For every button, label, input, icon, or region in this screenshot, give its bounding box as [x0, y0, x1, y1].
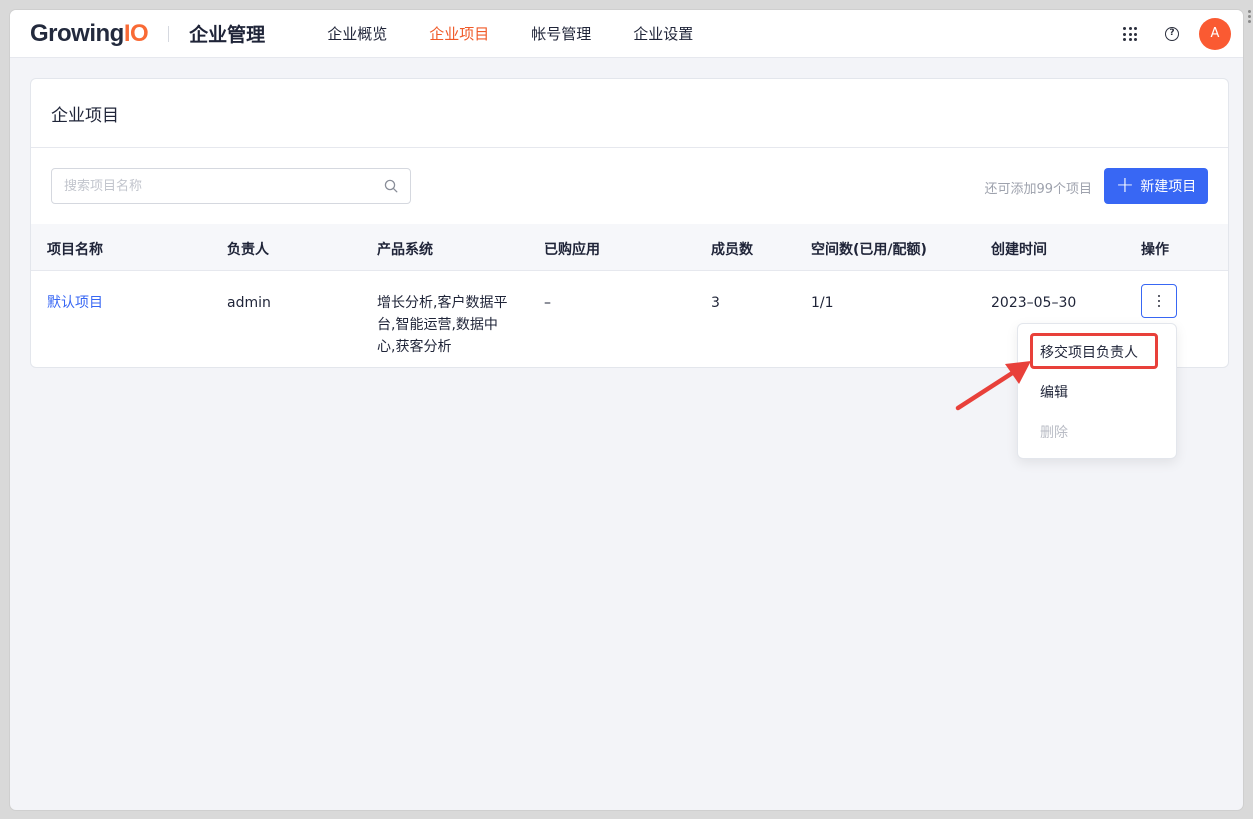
- nav-item-accounts[interactable]: 帐号管理: [531, 23, 591, 44]
- annotation-arrow-icon: [955, 361, 1031, 411]
- menu-item-delete[interactable]: 删除: [1040, 422, 1068, 442]
- user-avatar[interactable]: A: [1199, 18, 1231, 50]
- col-apps: 已购应用: [544, 242, 600, 258]
- members-cell: 3: [711, 295, 720, 311]
- page-title: 企业项目: [31, 79, 1228, 148]
- app-name: 企业管理: [189, 24, 266, 46]
- main-nav: 企业概览 企业项目 帐号管理 企业设置: [327, 23, 735, 44]
- logo-text: Growing: [30, 19, 124, 47]
- nav-item-projects[interactable]: 企业项目: [429, 23, 489, 44]
- top-navbar: Growing IO 企业管理 企业概览 企业项目 帐号管理 企业设置 ? A: [10, 10, 1243, 58]
- header-divider: [168, 25, 170, 42]
- apps-grid-icon[interactable]: [1123, 27, 1137, 41]
- col-members: 成员数: [711, 242, 753, 258]
- project-quota-text: 还可添加99个项目: [984, 182, 1092, 197]
- col-products: 产品系统: [377, 242, 433, 258]
- menu-item-edit[interactable]: 编辑: [1040, 382, 1068, 402]
- new-project-button[interactable]: + 新建项目: [1104, 168, 1208, 204]
- row-more-button[interactable]: [1141, 284, 1177, 318]
- growingio-logo[interactable]: Growing IO: [30, 19, 149, 48]
- spaces-cell: 1/1: [811, 295, 834, 311]
- search-box[interactable]: [51, 168, 411, 204]
- search-icon[interactable]: [384, 179, 398, 193]
- new-project-label: 新建项目: [1140, 179, 1197, 195]
- project-name-link[interactable]: 默认项目: [47, 292, 103, 314]
- header-actions: ? A: [1123, 18, 1231, 50]
- col-spaces: 空间数(已用/配额): [811, 242, 927, 258]
- plus-icon: +: [1115, 173, 1135, 198]
- col-project-name: 项目名称: [47, 242, 103, 258]
- app-window: Growing IO 企业管理 企业概览 企业项目 帐号管理 企业设置 ? A 企…: [10, 10, 1243, 810]
- nav-item-settings[interactable]: 企业设置: [633, 23, 693, 44]
- created-cell: 2023–05–30: [991, 295, 1077, 311]
- apps-cell: –: [544, 295, 551, 311]
- nav-item-overview[interactable]: 企业概览: [327, 23, 387, 44]
- logo-io-text: IO: [123, 19, 149, 47]
- row-actions-menu: 移交项目负责人 编辑 删除: [1017, 323, 1177, 459]
- more-vertical-icon: [1157, 294, 1161, 308]
- help-icon[interactable]: ?: [1165, 27, 1179, 41]
- search-input[interactable]: [52, 169, 352, 203]
- col-created: 创建时间: [991, 242, 1047, 258]
- col-actions: 操作: [1141, 242, 1169, 258]
- table-header: 项目名称 负责人 产品系统 已购应用 成员数 空间数(已用/配额) 创建时间 操…: [31, 224, 1228, 271]
- owner-cell: admin: [227, 295, 271, 311]
- col-owner: 负责人: [227, 242, 269, 258]
- window-scroll-indicator[interactable]: [1248, 10, 1251, 23]
- menu-item-transfer-owner[interactable]: 移交项目负责人: [1040, 342, 1138, 362]
- products-cell: 增长分析,客户数据平台,智能运营,数据中心,获客分析: [377, 295, 508, 355]
